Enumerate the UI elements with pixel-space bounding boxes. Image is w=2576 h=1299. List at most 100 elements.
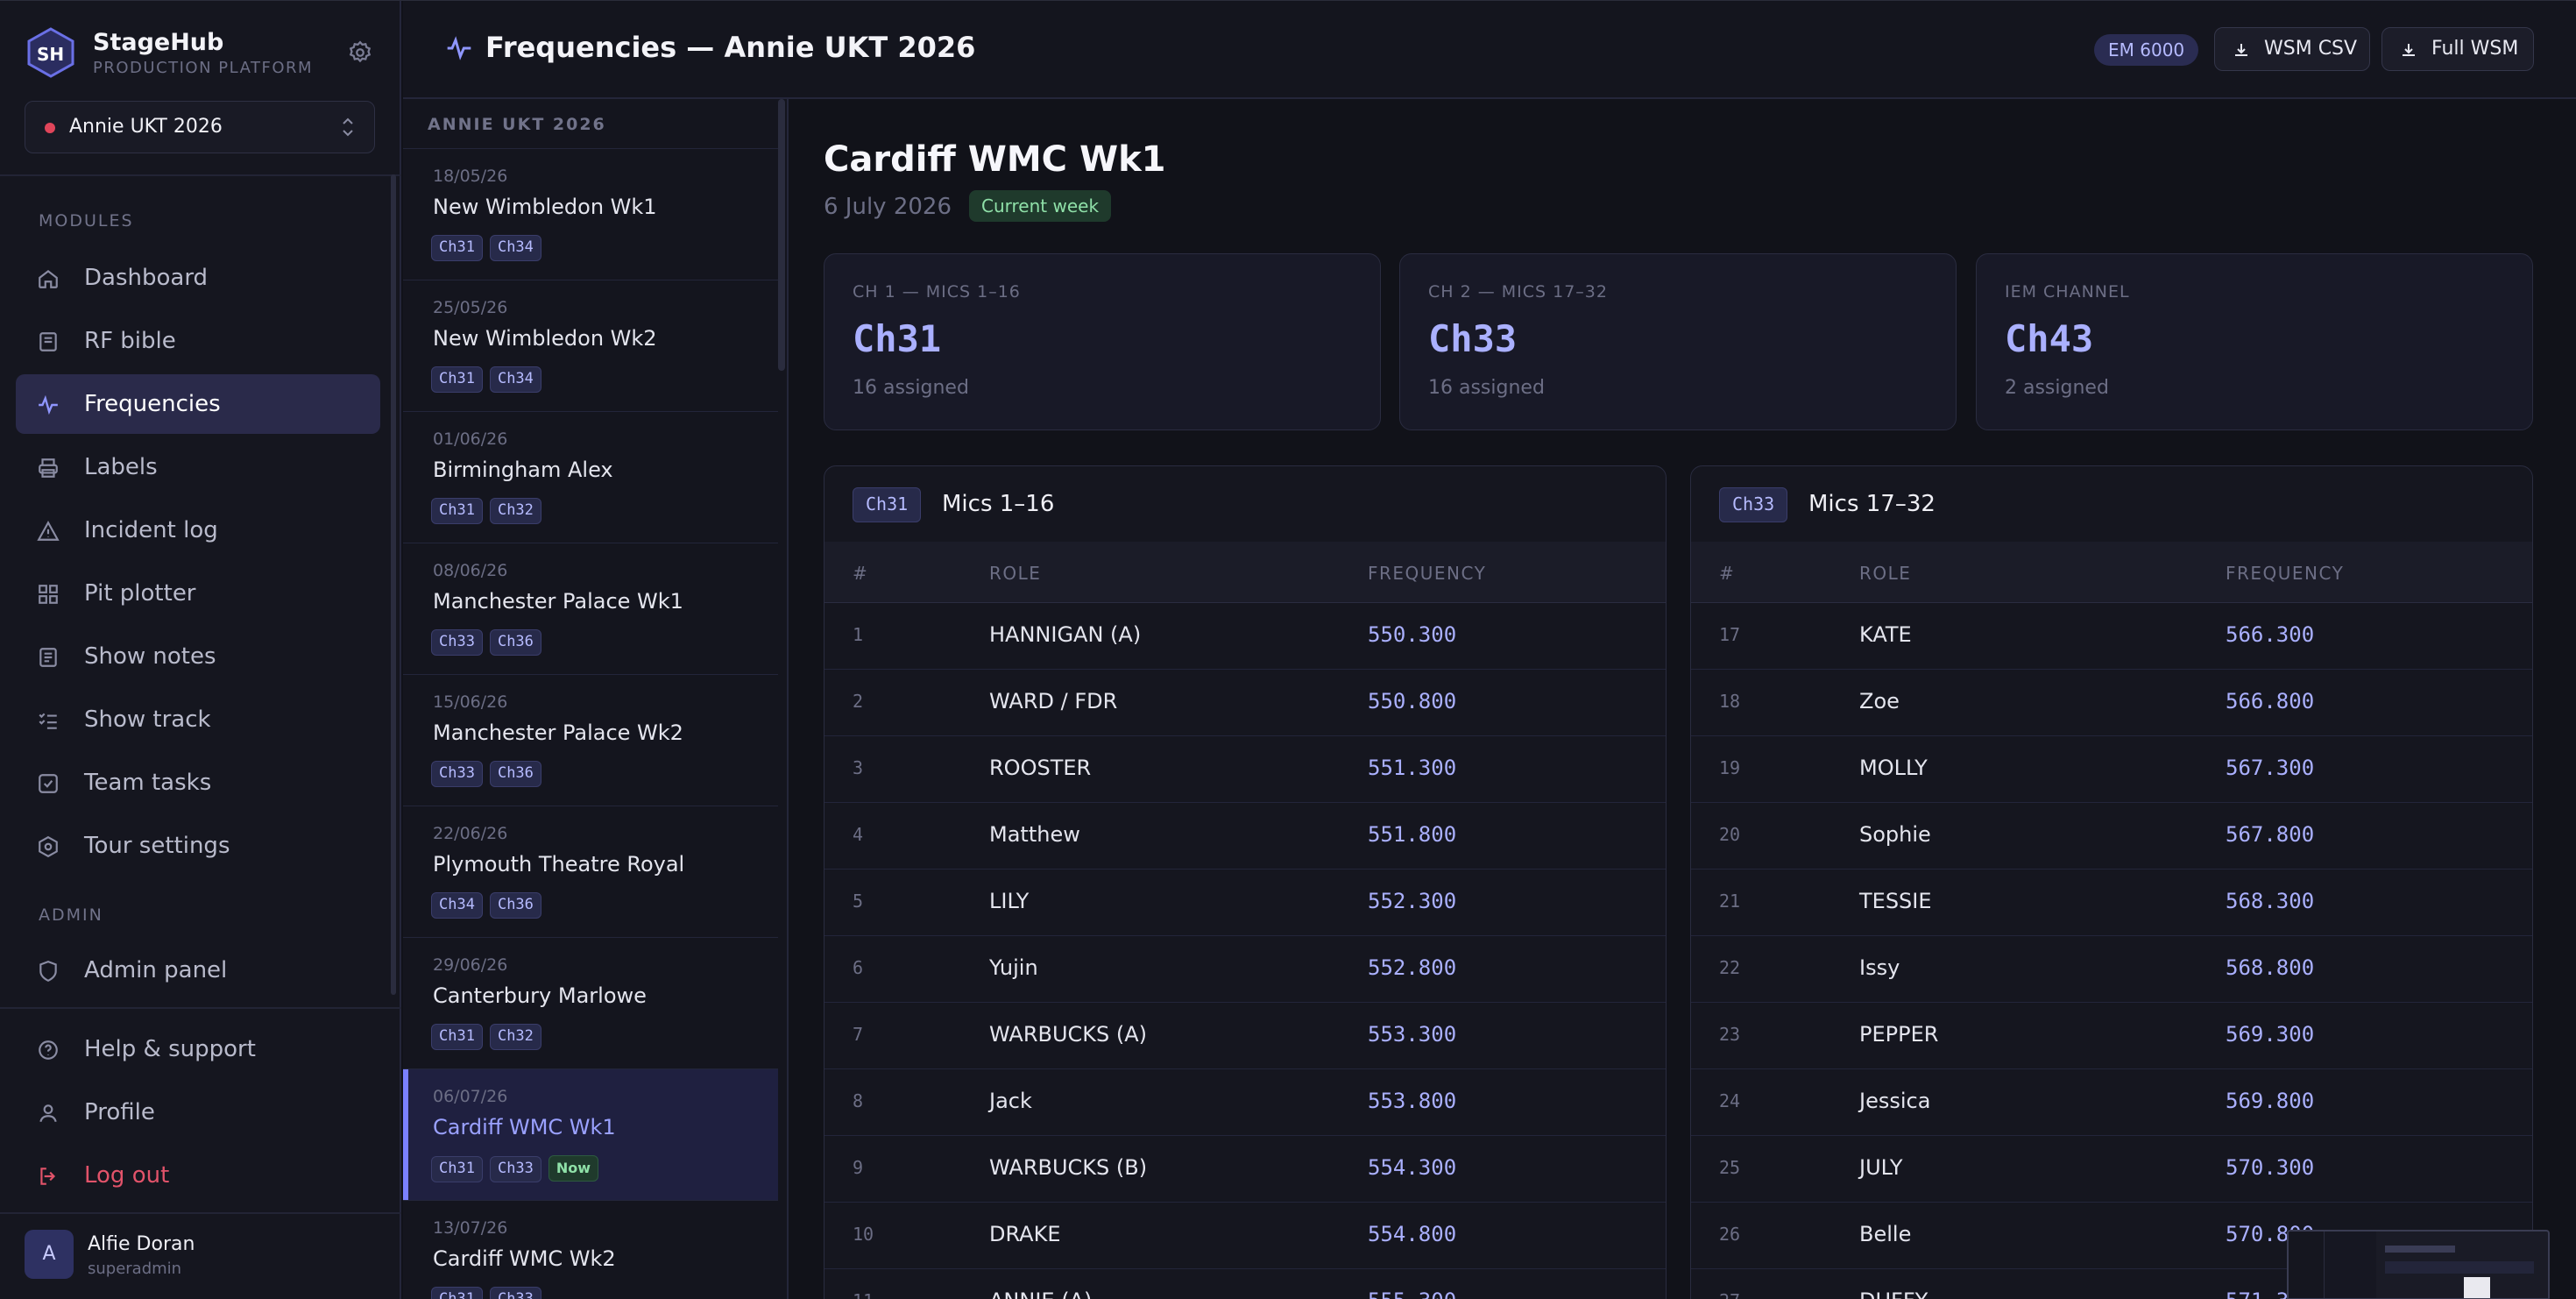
thumbnail-title xyxy=(2385,1246,2455,1253)
channel-chips: Ch31 Ch34 xyxy=(431,235,548,263)
table-row[interactable]: 10 DRAKE 554.800 xyxy=(824,1203,1666,1269)
nav-item-pit-plotter[interactable]: Pit plotter xyxy=(16,564,380,623)
main-content: Cardiff WMC Wk1 6 July 2026 Current week… xyxy=(789,99,2576,1299)
role-name: DUFFY xyxy=(1859,1288,1928,1299)
week-date: 18/05/26 xyxy=(433,167,508,186)
mic-number: 26 xyxy=(1719,1224,1741,1245)
tour-select[interactable]: Annie UKT 2026 xyxy=(25,101,375,153)
table-row[interactable]: 18 Zoe 566.800 xyxy=(1691,670,2532,736)
nav-item-incident-log[interactable]: Incident log xyxy=(16,500,380,560)
table-row[interactable]: 20 Sophie 567.800 xyxy=(1691,803,2532,870)
nav-label: Labels xyxy=(84,454,158,480)
week-date: 6 July 2026 xyxy=(824,194,952,220)
column-header-frequency: FREQUENCY xyxy=(1368,563,1487,584)
printer-icon xyxy=(39,458,58,478)
thumbnail-sidebar xyxy=(2289,1232,2324,1298)
button-label: Full WSM xyxy=(2431,38,2519,60)
app-window: SH StageHub PRODUCTION PLATFORM Annie UK… xyxy=(0,0,2576,1299)
week-date: 15/06/26 xyxy=(433,692,508,712)
checkbox-icon xyxy=(39,774,58,793)
brand[interactable]: SH StageHub PRODUCTION PLATFORM xyxy=(26,27,377,80)
channel-chip: Ch31 xyxy=(431,498,483,524)
table-row[interactable]: 4 Matthew 551.800 xyxy=(824,803,1666,870)
channel-chips: Ch31 Ch32 xyxy=(431,1024,548,1052)
channel-chips: Ch31 Ch34 xyxy=(431,366,548,394)
nav-item-show-track[interactable]: Show track xyxy=(16,690,380,749)
week-item[interactable]: 18/05/26 New Wimbledon Wk1 Ch31 Ch34 xyxy=(403,148,778,280)
week-list-scrollbar[interactable] xyxy=(778,99,785,371)
screen-thumbnail[interactable] xyxy=(2287,1230,2550,1299)
frequency-value: 552.300 xyxy=(1368,889,1457,913)
week-item[interactable]: 15/06/26 Manchester Palace Wk2 Ch33 Ch36 xyxy=(403,674,778,806)
frequency-value: 554.300 xyxy=(1368,1155,1457,1180)
week-item[interactable]: 22/06/26 Plymouth Theatre Royal Ch34 Ch36 xyxy=(403,806,778,937)
nav-label: Pit plotter xyxy=(84,580,196,607)
table-row[interactable]: 6 Yujin 552.800 xyxy=(824,936,1666,1003)
week-name: Manchester Palace Wk1 xyxy=(433,589,683,614)
table-row[interactable]: 21 TESSIE 568.300 xyxy=(1691,870,2532,936)
nav-item-profile[interactable]: Profile xyxy=(16,1082,380,1142)
frequency-value: 550.800 xyxy=(1368,689,1457,713)
table-row[interactable]: 11 ANNIE (A) 555.300 xyxy=(824,1269,1666,1299)
week-item[interactable]: 25/05/26 New Wimbledon Wk2 Ch31 Ch34 xyxy=(403,280,778,411)
table-row[interactable]: 24 Jessica 569.800 xyxy=(1691,1069,2532,1136)
full-wsm-button[interactable]: Full WSM xyxy=(2381,27,2534,71)
table-row[interactable]: 19 MOLLY 567.300 xyxy=(1691,736,2532,803)
role-name: ROOSTER xyxy=(989,756,1092,780)
sidebar-scrollbar[interactable] xyxy=(391,174,396,995)
card-label: CH 2 — MICS 17–32 xyxy=(1428,282,1608,302)
channel-chip: Ch36 xyxy=(489,629,541,656)
channel-chip: Ch31 xyxy=(431,1024,483,1050)
nav-item-logout[interactable]: Log out xyxy=(16,1146,380,1205)
role-name: WARBUCKS (A) xyxy=(989,1022,1148,1047)
nav-item-team-tasks[interactable]: Team tasks xyxy=(16,753,380,813)
table-row[interactable]: 5 LILY 552.300 xyxy=(824,870,1666,936)
week-item[interactable]: 06/07/26 Cardiff WMC Wk1 Ch31 Ch33 Now xyxy=(403,1068,778,1201)
week-item[interactable]: 01/06/26 Birmingham Alex Ch31 Ch32 xyxy=(403,411,778,543)
nav-item-help[interactable]: Help & support xyxy=(16,1019,380,1079)
card-value: Ch31 xyxy=(853,317,942,360)
gear-icon[interactable] xyxy=(347,39,373,66)
channel-chip: Ch33 xyxy=(431,761,483,787)
user-name: Alfie Doran xyxy=(88,1233,195,1255)
channel-chip: Ch33 xyxy=(489,1156,541,1182)
table-row[interactable]: 2 WARD / FDR 550.800 xyxy=(824,670,1666,736)
week-item[interactable]: 13/07/26 Cardiff WMC Wk2 Ch31 Ch33 xyxy=(403,1200,778,1299)
wsm-csv-button[interactable]: WSM CSV xyxy=(2214,27,2370,71)
week-item[interactable]: 08/06/26 Manchester Palace Wk1 Ch33 Ch36 xyxy=(403,543,778,674)
week-item[interactable]: 29/06/26 Canterbury Marlowe Ch31 Ch32 xyxy=(403,937,778,1068)
table-row[interactable]: 22 Issy 568.800 xyxy=(1691,936,2532,1003)
role-name: HANNIGAN (A) xyxy=(989,622,1142,647)
table-row[interactable]: 25 JULY 570.300 xyxy=(1691,1136,2532,1203)
current-week-badge: Current week xyxy=(969,190,1112,222)
mic-number: 2 xyxy=(853,691,864,712)
table-row[interactable]: 8 Jack 553.800 xyxy=(824,1069,1666,1136)
channel-chips: Ch31 Ch33 Now xyxy=(431,1155,605,1183)
frequency-table-1: Ch31 Mics 1–16 # ROLE FREQUENCY 1 HANNIGA… xyxy=(824,465,1667,1299)
mic-number: 3 xyxy=(853,757,864,778)
nav-item-dashboard[interactable]: Dashboard xyxy=(16,248,380,308)
channel-chip: Ch34 xyxy=(489,366,541,393)
frequency-value: 570.300 xyxy=(2226,1155,2315,1180)
nav-label: Admin panel xyxy=(84,957,228,983)
card-value: Ch33 xyxy=(1428,317,1518,360)
user-profile[interactable]: A Alfie Doran superadmin xyxy=(25,1230,375,1282)
nav-item-tour-settings[interactable]: Tour settings xyxy=(16,816,380,876)
table-row[interactable]: 1 HANNIGAN (A) 550.300 xyxy=(824,603,1666,670)
nav-item-frequencies[interactable]: Frequencies xyxy=(16,374,380,434)
waveform-icon xyxy=(39,394,58,415)
mic-number: 19 xyxy=(1719,757,1741,778)
nav-item-show-notes[interactable]: Show notes xyxy=(16,627,380,686)
mic-number: 23 xyxy=(1719,1024,1741,1045)
card-subtext: 2 assigned xyxy=(2005,377,2109,399)
nav-item-labels[interactable]: Labels xyxy=(16,437,380,497)
nav-item-rf-bible[interactable]: RF bible xyxy=(16,311,380,371)
nav-item-admin-panel[interactable]: Admin panel xyxy=(16,941,380,1000)
table-row[interactable]: 7 WARBUCKS (A) 553.300 xyxy=(824,1003,1666,1069)
channel-chips: Ch33 Ch36 xyxy=(431,629,548,657)
table-row[interactable]: 23 PEPPER 569.300 xyxy=(1691,1003,2532,1069)
table-row[interactable]: 3 ROOSTER 551.300 xyxy=(824,736,1666,803)
week-name: Manchester Palace Wk2 xyxy=(433,720,683,745)
table-row[interactable]: 17 KATE 566.300 xyxy=(1691,603,2532,670)
table-row[interactable]: 9 WARBUCKS (B) 554.300 xyxy=(824,1136,1666,1203)
